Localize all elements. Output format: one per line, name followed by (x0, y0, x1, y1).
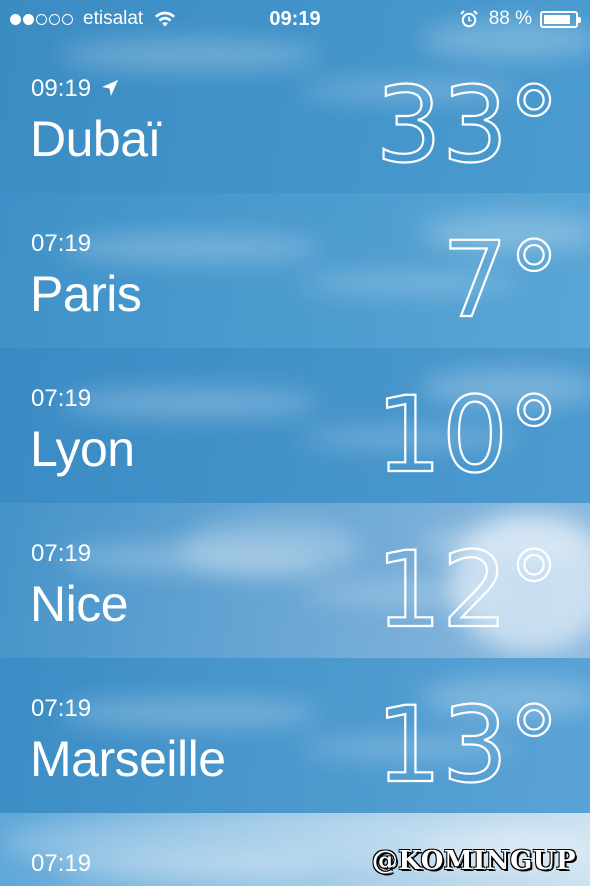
city-local-time: 07:19 (31, 540, 91, 568)
battery-level (544, 14, 570, 24)
cloud (60, 40, 320, 70)
city-local-time-text: 07:19 (31, 230, 92, 257)
city-local-time: 07:19 (31, 385, 91, 413)
temperature-value: 33° (376, 66, 560, 176)
status-right: 88 % (459, 8, 581, 30)
city-name: Marseille (30, 731, 226, 787)
location-arrow-icon (102, 80, 119, 96)
city-local-time: 07:19 (31, 850, 91, 878)
battery-icon (540, 10, 581, 28)
city-row[interactable]: 07:19 Marseille 13° (0, 658, 590, 813)
cloud (60, 388, 320, 418)
temperature-value: 12° (376, 531, 560, 641)
city-local-time-text: 07:19 (31, 540, 92, 567)
city-local-time: 07:19 (31, 230, 91, 258)
battery-percent: 88 % (488, 8, 532, 29)
city-row[interactable]: 07:19 Nice 12° (0, 503, 590, 658)
temperature-value: 7° (442, 221, 560, 331)
temperature: 10° (375, 376, 562, 486)
city-name: Nice (30, 576, 129, 632)
temperature: 33° (375, 66, 562, 176)
cloud (60, 698, 320, 728)
alarm-clock-icon (459, 10, 478, 28)
city-local-time: 09:19 (31, 75, 119, 103)
city-row[interactable]: 07:19 Paris 7° (0, 193, 590, 348)
temperature: 12° (375, 531, 562, 641)
city-local-time-text: 09:19 (31, 75, 92, 102)
status-bar: etisalat 09:19 88 % (0, 0, 590, 38)
city-name: Dubaï (30, 111, 161, 167)
city-row[interactable]: 07:19 Lyon 10° (0, 348, 590, 503)
city-local-time: 07:19 (31, 695, 91, 723)
temperature: 7° (441, 221, 561, 331)
temperature: 13° (375, 686, 562, 796)
watermark: @KOMINGUP (371, 846, 576, 876)
city-local-time-text: 07:19 (31, 695, 92, 722)
cloud (180, 518, 360, 578)
city-local-time-text: 07:19 (31, 385, 92, 412)
city-name: Lyon (30, 421, 135, 477)
city-local-time-text: 07:19 (31, 850, 92, 877)
temperature-value: 10° (376, 376, 560, 486)
cloud (60, 233, 320, 263)
city-name: Paris (30, 266, 142, 322)
city-list: 09:19 Dubaï 33° 07:19 Paris 7° 07:19 Lyon 10° 07:… (0, 0, 590, 886)
temperature-value: 13° (376, 686, 560, 796)
